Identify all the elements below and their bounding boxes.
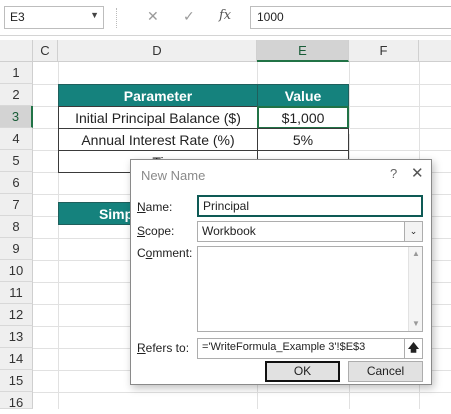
scope-select[interactable]: Workbook ⌄ (197, 221, 423, 242)
refers-label-accel: R (137, 341, 146, 355)
scroll-down-icon[interactable]: ▼ (412, 319, 420, 328)
cell-d3[interactable]: Initial Principal Balance ($) (58, 106, 258, 129)
grid-line (33, 392, 451, 393)
help-icon[interactable]: ? (390, 166, 397, 181)
comment-label: Comment: (137, 246, 192, 260)
close-icon[interactable]: ✕ (411, 164, 424, 182)
table-header-value[interactable]: Value (257, 84, 349, 107)
ok-button[interactable]: OK (265, 361, 340, 382)
row-header[interactable]: 3 (0, 106, 33, 128)
name-label-rest: ame: (145, 200, 173, 214)
refers-to-input[interactable]: ='WriteFormula_Example 3'!$E$3 🡅 (197, 338, 423, 359)
name-box-value: E3 (10, 10, 25, 24)
row-header[interactable]: 4 (0, 128, 33, 150)
comment-label-pre: C (137, 246, 146, 260)
scope-label-accel: S (137, 224, 146, 238)
row-header[interactable]: 2 (0, 84, 33, 106)
formula-input[interactable]: 1000 (250, 6, 451, 29)
cell-e4[interactable]: 5% (257, 128, 349, 151)
row-header[interactable]: 5 (0, 150, 33, 172)
row-header[interactable]: 13 (0, 326, 33, 348)
row-header[interactable]: 6 (0, 172, 33, 194)
new-name-dialog: New Name ? ✕ Name: Principal Scope: Work… (130, 159, 432, 385)
column-header-d[interactable]: D (58, 40, 257, 62)
insert-function-icon[interactable]: fx (219, 8, 231, 23)
table-header-parameter[interactable]: Parameter (58, 84, 258, 107)
column-header-c[interactable]: C (33, 40, 58, 62)
dialog-title: New Name (141, 168, 206, 183)
scope-label-rest: cope: (145, 224, 175, 238)
row-header[interactable]: 8 (0, 216, 33, 238)
column-header-f[interactable]: F (349, 40, 419, 62)
formula-bar: E3 ▼ ✕ ✓ fx 1000 (0, 0, 451, 36)
cancel-icon[interactable]: ✕ (147, 8, 159, 25)
refers-to-value: ='WriteFormula_Example 3'!$E$3 (202, 341, 366, 353)
column-header-blank (419, 40, 451, 62)
comment-textarea[interactable]: ▲ ▼ (197, 246, 423, 332)
collapse-dialog-icon[interactable]: 🡅 (404, 339, 422, 358)
select-all-corner[interactable] (0, 40, 33, 62)
scroll-up-icon[interactable]: ▲ (412, 249, 420, 258)
row-header[interactable]: 12 (0, 304, 33, 326)
row-header[interactable]: 11 (0, 282, 33, 304)
cell-d4[interactable]: Annual Interest Rate (%) (58, 128, 258, 151)
formula-bar-separator (116, 8, 118, 28)
scope-label: Scope: (137, 224, 174, 238)
cell-e3-selected[interactable]: $1,000 (257, 106, 349, 129)
refers-to-label: Refers to: (137, 341, 189, 355)
scope-value: Workbook (202, 224, 256, 238)
row-header[interactable]: 10 (0, 260, 33, 282)
chevron-down-icon[interactable]: ▼ (90, 10, 99, 20)
chevron-down-icon[interactable]: ⌄ (404, 222, 422, 241)
row-header[interactable]: 1 (0, 62, 33, 84)
row-header[interactable]: 9 (0, 238, 33, 260)
name-label-accel: N (137, 200, 146, 214)
cancel-button[interactable]: Cancel (348, 361, 423, 382)
comment-scrollbar[interactable]: ▲ ▼ (408, 247, 422, 331)
name-input[interactable]: Principal (197, 195, 423, 217)
refers-label-rest: efers to: (145, 341, 190, 355)
row-header[interactable]: 7 (0, 194, 33, 216)
row-header[interactable]: 16 (0, 392, 33, 410)
row-header[interactable]: 14 (0, 348, 33, 370)
comment-label-rest: mment: (152, 246, 193, 260)
name-label: Name: (137, 200, 172, 214)
column-header-e[interactable]: E (257, 40, 349, 62)
row-header[interactable]: 15 (0, 370, 33, 392)
enter-icon[interactable]: ✓ (183, 8, 195, 25)
name-box[interactable]: E3 ▼ (4, 6, 104, 29)
